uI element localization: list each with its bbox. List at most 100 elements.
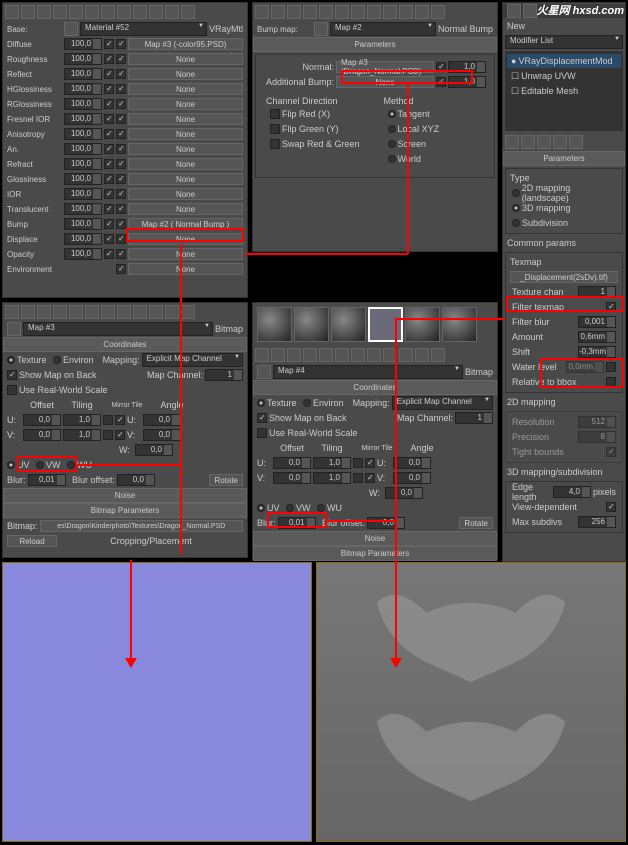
tool-icon[interactable] <box>255 348 269 362</box>
tool-icon[interactable] <box>351 348 365 362</box>
type-subdiv-radio[interactable] <box>512 219 520 227</box>
eyedropper-icon[interactable] <box>314 22 328 36</box>
resolution-spinner[interactable]: 512 <box>578 416 616 428</box>
method-world-radio[interactable] <box>388 155 396 163</box>
tool-icon[interactable] <box>335 348 349 362</box>
bmpparams-header[interactable]: Bitmap Parameters <box>3 503 247 518</box>
map-on-checkbox[interactable] <box>116 219 126 229</box>
blur-spinner[interactable]: 0,01 <box>28 474 66 486</box>
offset-v-spinner[interactable]: 0,0 <box>273 472 311 484</box>
uv-radio[interactable] <box>7 461 15 469</box>
material-slot[interactable] <box>442 307 477 342</box>
uv-radio[interactable] <box>257 504 265 512</box>
angle-w-spinner[interactable]: 0,0 <box>135 444 173 456</box>
method-tangent-radio[interactable] <box>388 110 396 118</box>
tool-icon[interactable] <box>399 348 413 362</box>
mod-item[interactable]: Editable Mesh <box>521 86 578 96</box>
map-amount-spinner[interactable]: 100,0 <box>64 38 102 50</box>
map-name-dropdown[interactable]: Map #4 <box>273 365 463 379</box>
tool-icon[interactable] <box>287 5 301 19</box>
tool-icon[interactable] <box>37 5 51 19</box>
map-on-checkbox[interactable] <box>116 204 126 214</box>
map-slot-button[interactable]: None <box>128 143 243 155</box>
map-slot-button[interactable]: None <box>128 173 243 185</box>
map-enable-checkbox[interactable] <box>104 69 114 79</box>
offset-u-spinner[interactable]: 0,0 <box>273 457 311 469</box>
map-enable-checkbox[interactable] <box>104 159 114 169</box>
tool-icon[interactable] <box>303 348 317 362</box>
tool-icon[interactable] <box>133 305 147 319</box>
material-slot[interactable] <box>294 307 329 342</box>
tiling-u-spinner[interactable]: 1,0 <box>313 457 351 469</box>
map-slot-button[interactable]: None <box>128 248 243 260</box>
map-on-checkbox[interactable] <box>116 144 126 154</box>
map-enable-checkbox[interactable] <box>104 54 114 64</box>
map-amount-spinner[interactable]: 100,0 <box>64 248 102 260</box>
mapchan-spinner[interactable]: 1 <box>205 369 243 381</box>
tool-icon[interactable] <box>53 5 67 19</box>
map-on-checkbox[interactable] <box>116 99 126 109</box>
map-on-checkbox[interactable] <box>116 249 126 259</box>
tool-icon[interactable] <box>367 5 381 19</box>
tool-icon[interactable] <box>117 5 131 19</box>
wu-radio[interactable] <box>317 504 325 512</box>
mapping-dropdown[interactable]: Explicit Map Channel <box>142 353 243 367</box>
map-enable-checkbox[interactable] <box>104 174 114 184</box>
method-screen-radio[interactable] <box>388 140 396 148</box>
map-on-checkbox[interactable] <box>116 234 126 244</box>
map-name-dropdown[interactable]: Map #2 <box>330 22 436 36</box>
tool-icon[interactable] <box>569 135 583 149</box>
map-amount-spinner[interactable]: 100,0 <box>64 188 102 200</box>
tool-icon[interactable] <box>431 348 445 362</box>
map-amount-spinner[interactable]: 100,0 <box>64 158 102 170</box>
angle-v-spinner[interactable]: 0,0 <box>143 429 181 441</box>
eyedropper-icon[interactable] <box>7 322 21 336</box>
tool-icon[interactable] <box>319 348 333 362</box>
mod-item[interactable]: VRayDisplacementMod <box>518 56 612 66</box>
tool-icon[interactable] <box>21 305 35 319</box>
type-3d-radio[interactable] <box>512 204 520 212</box>
map-enable-checkbox[interactable] <box>104 189 114 199</box>
coords-header[interactable]: Coordinates <box>3 337 247 352</box>
tool-icon[interactable] <box>53 305 67 319</box>
tool-icon[interactable] <box>101 305 115 319</box>
tool-icon[interactable] <box>319 5 333 19</box>
map-slot-button[interactable]: None <box>128 203 243 215</box>
map-name-dropdown[interactable]: Map #3 <box>23 322 213 336</box>
rotate-button[interactable]: Rotate <box>209 474 243 486</box>
tool-icon[interactable] <box>523 4 537 18</box>
showmap-checkbox[interactable] <box>257 413 267 423</box>
map-slot-button[interactable]: None <box>128 83 243 95</box>
tool-icon[interactable] <box>165 305 179 319</box>
offset-v-spinner[interactable]: 0,0 <box>23 429 61 441</box>
tool-icon[interactable] <box>255 5 269 19</box>
map-on-checkbox[interactable] <box>116 159 126 169</box>
tool-icon[interactable] <box>271 5 285 19</box>
map-enable-checkbox[interactable] <box>104 249 114 259</box>
tool-icon[interactable] <box>149 5 163 19</box>
map-enable-checkbox[interactable] <box>104 114 114 124</box>
params-header[interactable]: Parameters <box>503 151 625 166</box>
noise-header[interactable]: Noise <box>253 531 497 546</box>
tool-icon[interactable] <box>85 305 99 319</box>
map-enable-checkbox[interactable] <box>104 234 114 244</box>
bitmap-path-button[interactable]: es\Dragon\Kinderphoto\Textures\Dragon_No… <box>40 520 243 532</box>
tiling-v-spinner[interactable]: 1,0 <box>63 429 101 441</box>
tool-icon[interactable] <box>287 348 301 362</box>
coords-header[interactable]: Coordinates <box>253 380 497 395</box>
edge-spinner[interactable]: 4,0 <box>553 486 591 498</box>
tool-icon[interactable] <box>181 305 195 319</box>
map-on-checkbox[interactable] <box>116 54 126 64</box>
modifier-stack[interactable]: ●VRayDisplacementMod ☐Unwrap UVW ☐Editab… <box>505 51 623 131</box>
map-amount-spinner[interactable]: 100,0 <box>64 83 102 95</box>
tool-icon[interactable] <box>5 305 19 319</box>
tool-icon[interactable] <box>101 5 115 19</box>
map-amount-spinner[interactable]: 100,0 <box>64 143 102 155</box>
material-name-dropdown[interactable]: Material #52 <box>80 22 207 36</box>
realworld-checkbox[interactable] <box>7 385 17 395</box>
material-slot[interactable] <box>331 307 366 342</box>
tool-icon[interactable] <box>505 135 519 149</box>
map-enable-checkbox[interactable] <box>104 204 114 214</box>
eyedropper-icon[interactable] <box>64 22 78 36</box>
map-slot-button[interactable]: Map #3 (-color95.PSD) <box>128 38 243 50</box>
